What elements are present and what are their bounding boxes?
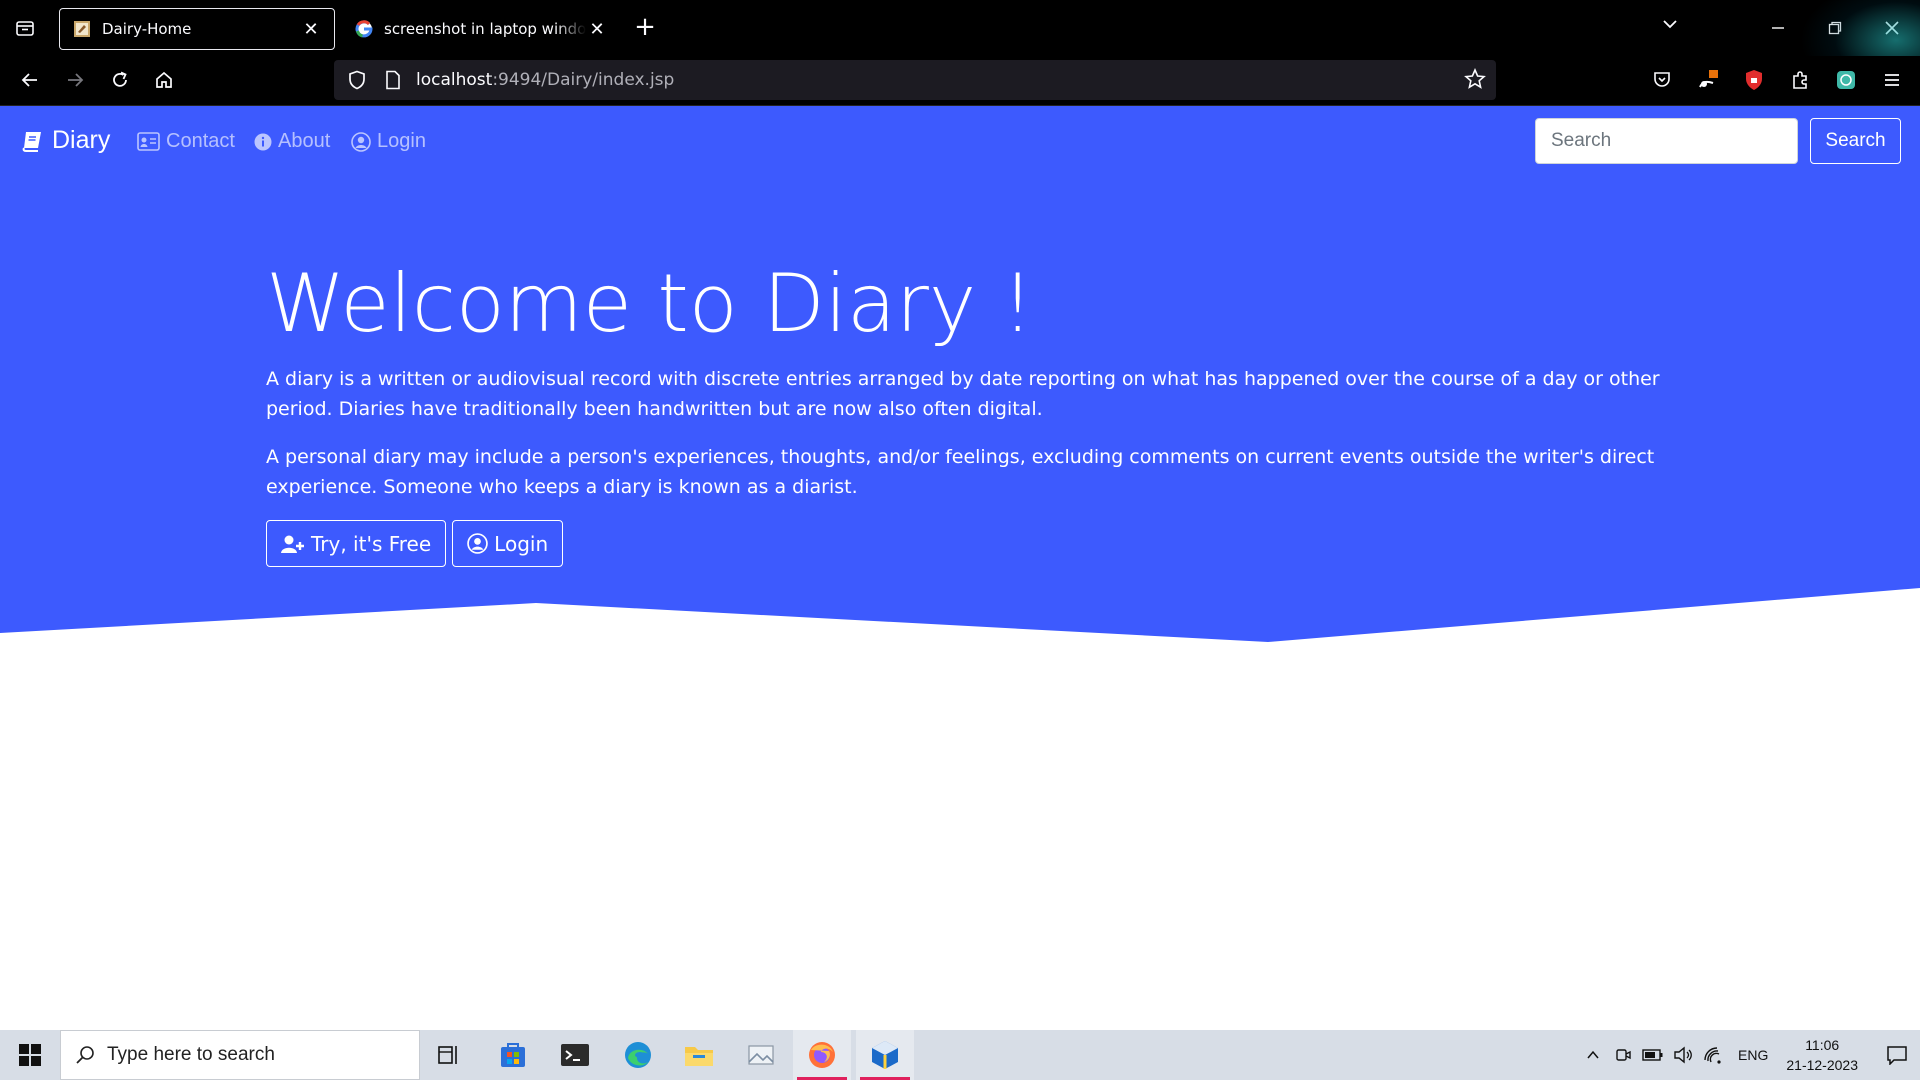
edge-browser-icon[interactable]: [609, 1030, 667, 1080]
home-icon[interactable]: [146, 62, 182, 98]
hero-section: Welcome to Diary ! A diary is a written …: [266, 256, 1666, 567]
photos-app-icon[interactable]: [732, 1030, 790, 1080]
chevron-up-icon[interactable]: [1578, 1047, 1608, 1063]
user-plus-icon: [281, 535, 304, 553]
google-favicon-icon: [354, 19, 374, 39]
tab-screenshot-search[interactable]: screenshot in laptop windows 1 ✕: [342, 8, 620, 50]
new-tab-icon[interactable]: +: [630, 12, 660, 42]
nav-login-label: Login: [377, 130, 426, 152]
language-indicator[interactable]: ENG: [1738, 1047, 1768, 1063]
try-free-button[interactable]: Try, it's Free: [266, 520, 447, 567]
site-search-input[interactable]: [1535, 118, 1798, 164]
hero-paragraph-1: A diary is a written or audiovisual reco…: [266, 368, 1660, 420]
site-navbar: Diary Contact About Login Search: [0, 106, 1920, 176]
tab-dairy-home[interactable]: Dairy-Home ✕: [59, 8, 335, 50]
taskbar-search-box[interactable]: Type here to search: [60, 1030, 420, 1080]
forward-arrow-icon[interactable]: [57, 62, 93, 98]
clock-time: 11:06: [1805, 1037, 1840, 1053]
brand-link[interactable]: Diary: [20, 126, 110, 155]
back-arrow-icon[interactable]: [12, 62, 48, 98]
close-tab-icon[interactable]: ✕: [586, 18, 608, 40]
web-page: Diary Contact About Login Search Welcome…: [0, 106, 1920, 1030]
close-window-icon[interactable]: [1863, 0, 1920, 56]
extensions-puzzle-icon[interactable]: [1782, 62, 1818, 98]
nav-about-label: About: [278, 130, 331, 152]
info-circle-icon: [254, 133, 272, 150]
wifi-icon[interactable]: [1698, 1046, 1728, 1064]
nav-contact-label: Contact: [166, 130, 235, 152]
firefox-icon[interactable]: [793, 1030, 851, 1080]
profile-extension-icon[interactable]: [1828, 62, 1864, 98]
close-tab-icon[interactable]: ✕: [300, 18, 322, 40]
nav-login[interactable]: Login: [351, 130, 426, 153]
book-icon: [22, 131, 41, 152]
reload-icon[interactable]: [102, 62, 138, 98]
windows-taskbar: Type here to search ENG 11:06 21-12-2023: [0, 1030, 1920, 1080]
diary-favicon-icon: [72, 19, 92, 39]
tab-list-icon[interactable]: [8, 12, 42, 44]
file-explorer-icon[interactable]: [670, 1030, 728, 1080]
clock-date: 21-12-2023: [1786, 1057, 1858, 1073]
page-info-icon[interactable]: [382, 70, 404, 90]
restore-icon[interactable]: [1806, 0, 1863, 56]
chevron-down-icon[interactable]: [1660, 14, 1680, 38]
url-text[interactable]: localhost:9494/Dairy/index.jsp: [416, 70, 674, 90]
adblock-icon[interactable]: [1736, 62, 1772, 98]
brand-name: Diary: [52, 126, 111, 154]
windows-start-icon[interactable]: [12, 1040, 48, 1070]
site-search-button[interactable]: Search: [1810, 118, 1901, 164]
volume-icon[interactable]: [1668, 1046, 1698, 1064]
hero-login-label: Login: [494, 531, 549, 556]
menu-hamburger-icon[interactable]: [1874, 62, 1910, 98]
terminal-icon[interactable]: [546, 1030, 604, 1080]
bookmark-star-icon[interactable]: [1464, 67, 1486, 94]
user-circle-icon: [467, 533, 488, 554]
browser-tab-bar: Dairy-Home ✕ screenshot in laptop window…: [0, 0, 1920, 100]
browser-navigation-bar: localhost:9494/Dairy/index.jsp: [0, 56, 1920, 106]
taskbar-search-placeholder: Type here to search: [107, 1044, 275, 1065]
user-circle-icon: [351, 131, 371, 152]
microsoft-store-icon[interactable]: [484, 1030, 542, 1080]
hero-login-button[interactable]: Login: [452, 520, 564, 567]
minimize-icon[interactable]: [1749, 0, 1806, 56]
contact-card-icon: [137, 132, 160, 151]
nav-about[interactable]: About: [254, 130, 330, 153]
hero-title: Welcome to Diary !: [266, 257, 1034, 350]
notification-center-icon[interactable]: [1874, 1045, 1920, 1065]
tracking-protection-shield-icon[interactable]: [344, 70, 370, 90]
extension-hand-icon[interactable]: [1690, 62, 1726, 98]
task-view-icon[interactable]: [420, 1030, 478, 1080]
hero-paragraph-2: A personal diary may include a person's …: [266, 446, 1655, 498]
try-free-label: Try, it's Free: [311, 531, 432, 556]
netbeans-ide-icon[interactable]: [856, 1030, 914, 1080]
tab-title: Dairy-Home: [102, 20, 192, 38]
nav-contact[interactable]: Contact: [137, 130, 235, 153]
battery-icon[interactable]: [1638, 1048, 1668, 1062]
tab-title: screenshot in laptop windows 1: [384, 20, 586, 38]
search-icon: [75, 1045, 95, 1065]
address-bar[interactable]: localhost:9494/Dairy/index.jsp: [334, 60, 1496, 100]
system-clock[interactable]: 11:06 21-12-2023: [1786, 1035, 1858, 1075]
pocket-icon[interactable]: [1644, 62, 1680, 98]
meet-now-icon[interactable]: [1608, 1046, 1638, 1064]
